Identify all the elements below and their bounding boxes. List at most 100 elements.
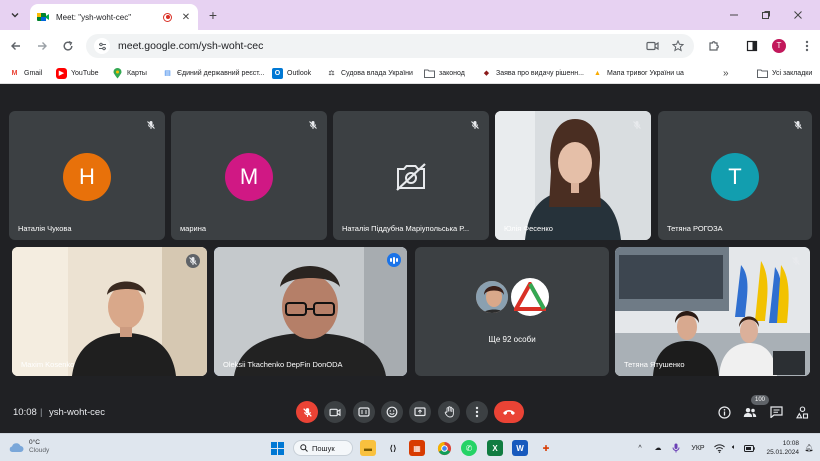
weather-widget[interactable]: 0°C Cloudy xyxy=(8,439,49,455)
bookmark-court[interactable]: ⚖ Судова влада України xyxy=(326,66,413,80)
notification-bell-icon[interactable]: 🔔︎ xyxy=(803,442,815,454)
side-panel-button[interactable] xyxy=(744,38,760,54)
new-tab-button[interactable]: + xyxy=(205,7,221,23)
shapes-icon xyxy=(795,405,808,419)
minimize-button[interactable] xyxy=(718,6,750,24)
chat-icon xyxy=(769,406,783,418)
bookmark-youtube[interactable]: ▶ YouTube xyxy=(56,66,99,80)
participant-tile[interactable]: Наталія Піддубна Маріупольська Р... xyxy=(333,111,489,240)
back-button[interactable] xyxy=(8,38,24,54)
activities-button[interactable] xyxy=(794,404,810,420)
leave-call-button[interactable] xyxy=(494,401,524,423)
bookmarks-overflow-button[interactable]: » xyxy=(723,66,729,80)
chrome-menu-button[interactable] xyxy=(799,38,815,54)
meeting-details-button[interactable] xyxy=(716,404,732,420)
double-chevron-right-icon: » xyxy=(723,67,729,79)
participant-avatar: Т xyxy=(711,153,759,201)
bookmark-gmail[interactable]: M Gmail xyxy=(9,66,43,80)
speaking-indicator-icon xyxy=(387,253,401,267)
bookmark-star-button[interactable] xyxy=(670,38,686,54)
tab-close-icon[interactable]: ✕ xyxy=(180,12,192,23)
captions-button[interactable] xyxy=(353,401,375,423)
extensions-button[interactable] xyxy=(706,38,722,54)
wifi-icon[interactable] xyxy=(713,442,725,454)
tune-icon xyxy=(98,42,106,50)
camera-permission-button[interactable] xyxy=(644,38,660,54)
volume-icon[interactable]: 🔈︎ xyxy=(728,442,740,454)
star-icon xyxy=(672,40,684,52)
bookmark-outlook[interactable]: O Outlook xyxy=(272,66,311,80)
file-explorer-icon[interactable]: ▬ xyxy=(360,440,376,456)
gmail-icon: M xyxy=(11,69,18,77)
excel-icon[interactable]: X xyxy=(487,440,503,456)
dev-tools-icon[interactable]: ⟨⟩ xyxy=(385,440,401,456)
language-indicator[interactable]: УКР xyxy=(689,442,707,454)
windows-taskbar: 0°C Cloudy Пошук ▬ ⟨⟩ ▦ ✆ X W ✚ ^ ☁ УКР … xyxy=(0,433,820,461)
recording-icon xyxy=(163,12,172,22)
taskbar-search[interactable]: Пошук xyxy=(293,440,353,456)
side-panel-icon xyxy=(746,40,758,52)
url-text: meet.google.com/ysh-woht-cec xyxy=(118,40,264,52)
microphone-tray-icon[interactable] xyxy=(670,442,682,454)
browser-tab-meet[interactable]: Meet: "ysh-woht-cec" ✕ xyxy=(30,4,198,30)
separator: | xyxy=(40,407,43,418)
close-icon xyxy=(794,11,802,19)
bookmark-maps[interactable]: Карты xyxy=(112,66,147,80)
window-controls xyxy=(718,6,814,24)
participant-video xyxy=(214,247,407,376)
more-vert-icon xyxy=(475,406,479,418)
gallery-icon[interactable]: ▦ xyxy=(409,440,425,456)
system-clock[interactable]: 10:08 25.01.2024 xyxy=(761,439,799,457)
close-window-button[interactable] xyxy=(782,6,814,24)
whatsapp-icon[interactable]: ✆ xyxy=(461,440,477,456)
profile-avatar[interactable]: T xyxy=(772,39,786,53)
forward-button[interactable] xyxy=(34,38,50,54)
chat-button[interactable] xyxy=(768,404,784,420)
tab-search-button[interactable] xyxy=(6,6,24,24)
participant-name: Наталія Піддубна Маріупольська Р... xyxy=(342,224,470,233)
word-icon[interactable]: W xyxy=(512,440,528,456)
bookmark-application[interactable]: ◆ Заява про видачу рішенн... xyxy=(481,66,584,80)
camera-toggle-button[interactable] xyxy=(324,401,346,423)
participant-tile[interactable]: Юлія Фесенко xyxy=(495,111,651,240)
system-time: 10:08 xyxy=(782,440,799,447)
tray-overflow-icon[interactable]: ^ xyxy=(634,442,646,454)
weather-condition: Cloudy xyxy=(29,447,50,454)
cloud-sync-icon[interactable]: ☁ xyxy=(652,442,664,454)
microphone-toggle-button[interactable] xyxy=(296,401,318,423)
battery-icon[interactable] xyxy=(743,442,755,454)
video-camera-icon xyxy=(645,41,659,51)
site-info-button[interactable] xyxy=(94,38,110,54)
bookmark-alert-map[interactable]: ▲ Мапа тривог України ua xyxy=(592,66,684,80)
reactions-button[interactable] xyxy=(381,401,403,423)
arrow-right-icon xyxy=(38,42,47,50)
more-options-button[interactable] xyxy=(466,401,488,423)
bookmark-all-bookmarks[interactable]: Усі закладки xyxy=(757,66,812,80)
mic-off-icon xyxy=(144,118,158,132)
participant-tile-active-speaker[interactable]: Oleksii Tkachenko DepFin DonODA xyxy=(214,247,407,376)
info-icon xyxy=(717,405,731,419)
participant-tile[interactable]: Тетяна Ятушенко xyxy=(615,247,810,376)
hand-icon xyxy=(444,406,454,418)
maximize-button[interactable] xyxy=(750,6,782,24)
present-icon xyxy=(414,406,426,416)
participant-tile[interactable]: Н Наталія Чукова xyxy=(9,111,165,240)
chrome-taskbar-icon[interactable] xyxy=(436,440,452,456)
raise-hand-button[interactable] xyxy=(438,401,460,423)
people-button[interactable] xyxy=(742,404,758,420)
participant-tile[interactable]: М марина xyxy=(171,111,327,240)
participant-tile[interactable]: Maxim Kosenko xyxy=(12,247,207,376)
restore-icon xyxy=(762,11,770,19)
video-camera-icon xyxy=(329,408,341,416)
address-bar[interactable]: meet.google.com/ysh-woht-cec xyxy=(86,34,694,58)
camera-off-icon xyxy=(396,163,426,191)
bookmark-folder-zakonod[interactable]: законод xyxy=(424,66,465,80)
folder-icon xyxy=(424,68,435,79)
more-participants-tile[interactable]: Ще 92 особи xyxy=(415,247,609,376)
present-screen-button[interactable] xyxy=(409,401,431,423)
store-app-icon[interactable]: ✚ xyxy=(538,440,554,456)
participant-tile[interactable]: Т Тетяна РОГОЗА xyxy=(658,111,812,240)
reload-button[interactable] xyxy=(60,38,76,54)
bookmark-registry[interactable]: ▤ Єдиний державний реєст... xyxy=(162,66,264,80)
start-button[interactable] xyxy=(269,440,285,456)
